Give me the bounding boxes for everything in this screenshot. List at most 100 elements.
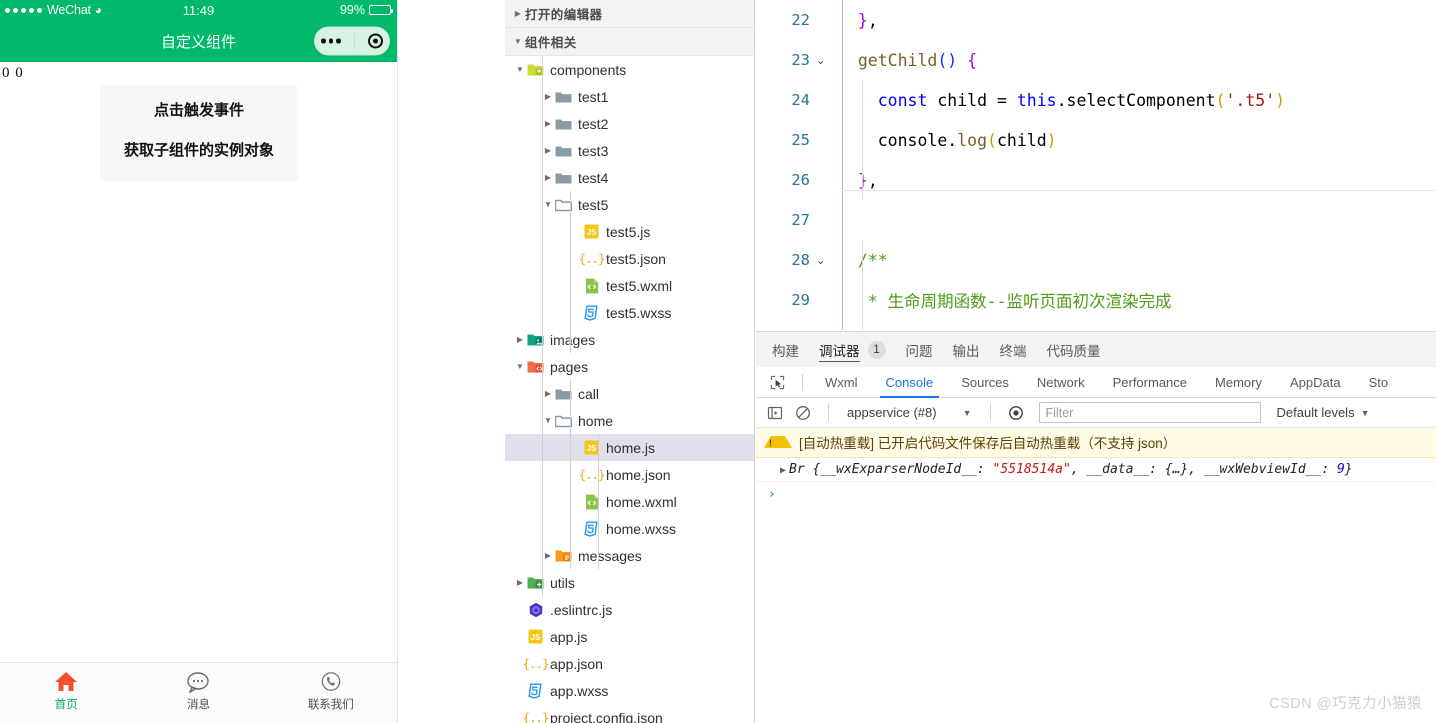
get-child-instance-button[interactable]: 获取子组件的实例对象 [100, 135, 298, 167]
file-tree-row[interactable]: {..}app.json [505, 650, 754, 677]
chevron-down-icon[interactable]: ▼ [513, 66, 527, 74]
tab-item-messages[interactable]: 消息 [132, 670, 264, 712]
code-line[interactable]: 29 * 生命周期函数--监听页面初次渲染完成 [756, 280, 1436, 320]
devtools-panel-tab-label: 问题 [906, 340, 933, 360]
code-line[interactable]: 27 [756, 200, 1436, 240]
devtools-panel-tab[interactable]: 问题 [906, 332, 933, 367]
code-line[interactable]: 30 */ [756, 320, 1436, 330]
console-filter-input[interactable]: Filter [1039, 402, 1261, 423]
phone-icon [319, 670, 343, 694]
line-number: 25 [756, 131, 818, 149]
file-tree-row-label: messages [578, 548, 642, 564]
devtools-panel-tab[interactable]: 代码质量 [1047, 332, 1101, 367]
devtools-sub-tab[interactable]: Memory [1201, 367, 1276, 398]
folder-plain-icon [555, 142, 572, 159]
line-number: 28 [756, 251, 818, 269]
console-prompt[interactable]: › [756, 482, 1436, 507]
tab-label-home: 首页 [55, 698, 78, 712]
explorer-section-open-editors[interactable]: ▶ 打开的编辑器 [505, 0, 754, 28]
devtools-sub-tab[interactable]: Performance [1099, 367, 1201, 398]
file-tree-row[interactable]: JSapp.js [505, 623, 754, 650]
tab-item-home[interactable]: 首页 [0, 670, 132, 712]
json-icon: {..} [583, 250, 600, 267]
file-tree-row[interactable]: app.wxss [505, 677, 754, 704]
devtools-sub-tab[interactable]: Sources [947, 367, 1023, 398]
chevron-right-icon[interactable]: ▶ [541, 552, 555, 560]
devtools-panel-tab[interactable]: 输出 [953, 332, 980, 367]
devtools-sub-tab[interactable]: Console [872, 367, 948, 398]
code-line[interactable]: 25 console.log(child) [756, 120, 1436, 160]
chevron-down-icon[interactable]: ▼ [541, 417, 555, 425]
chevron-right-icon[interactable]: ▶ [513, 579, 527, 587]
object-key-3: __wxWebviewId__ [1204, 462, 1321, 477]
section-label-open-editors: 打开的编辑器 [525, 4, 602, 23]
devtools-panel-tab[interactable]: 终端 [1000, 332, 1027, 367]
wechat-simulator: WeChat ◕ 11:49 99% 自定义组件 0 0 点击触发事件 获取子组… [0, 0, 398, 723]
code-line[interactable]: 23⌄ getChild() { [756, 40, 1436, 80]
inspect-element-icon[interactable] [764, 371, 790, 393]
status-bar-time: 11:49 [0, 3, 397, 18]
code-line[interactable]: 24 const child = this.selectComponent('.… [756, 80, 1436, 120]
counter-display: 0 0 [0, 62, 397, 82]
file-tree-row[interactable]: {..}project.config.json [505, 704, 754, 723]
devtools-sub-tab[interactable]: Sto [1355, 367, 1403, 398]
fold-chevron-icon[interactable]: ⌄ [816, 254, 825, 267]
file-tree-row-label: test5.wxss [606, 305, 671, 321]
code-token [957, 51, 967, 70]
devtools-sub-tab[interactable]: Wxml [811, 367, 872, 398]
console-context-selector[interactable]: appservice (#8) ▼ [843, 405, 976, 420]
object-constructor-label: Br [789, 462, 805, 477]
devtools-sub-tab[interactable]: Network [1023, 367, 1099, 398]
trigger-event-button[interactable]: 点击触发事件 [100, 95, 298, 127]
chevron-right-icon[interactable]: ▶ [541, 93, 555, 101]
code-token: getChild [858, 51, 937, 70]
chevron-down-icon: ▼ [1361, 408, 1370, 418]
code-line[interactable]: 22 }, [756, 0, 1436, 40]
clear-console-icon[interactable] [792, 402, 814, 424]
file-tree-row[interactable]: .eslintrc.js [505, 596, 754, 623]
code-editor[interactable]: 22 },23⌄ getChild() {24 const child = th… [756, 0, 1436, 330]
fold-chevron-icon[interactable]: ⌄ [816, 54, 825, 67]
home-icon [54, 670, 78, 694]
devtools-sub-tab-label: Network [1037, 375, 1085, 390]
chevron-down-icon[interactable]: ▼ [541, 201, 555, 209]
execute-context-icon[interactable] [764, 402, 786, 424]
file-tree-row-label: components [550, 62, 626, 78]
console-warning-row[interactable]: [自动热重载] 已开启代码文件保存后自动热重载（不支持 json） [756, 428, 1436, 458]
devtools-panel-tab[interactable]: 调试器 [819, 332, 860, 367]
levels-label: Default levels [1277, 405, 1355, 420]
chevron-down-icon[interactable]: ▼ [513, 363, 527, 371]
chevron-right-icon[interactable]: ▶ [541, 147, 555, 155]
chevron-right-icon[interactable]: ▶ [541, 174, 555, 182]
live-expression-icon[interactable] [1005, 402, 1027, 424]
code-line[interactable]: 26 }, [756, 160, 1436, 200]
code-token: * 生命周期函数--监听页面初次渲染完成 [838, 292, 1172, 311]
code-text: /** [818, 251, 888, 270]
chevron-right-icon[interactable]: ▶ [541, 120, 555, 128]
chevron-down-icon: ▼ [511, 38, 525, 46]
more-dots-icon[interactable] [321, 39, 341, 44]
devtools-sub-tab-label: Sto [1369, 375, 1389, 390]
code-line[interactable]: 28⌄ /** [756, 240, 1436, 280]
chevron-right-icon[interactable]: ▶ [541, 390, 555, 398]
devtools-panel-tab[interactable]: 构建 [772, 332, 799, 367]
file-tree-row-label: home.wxml [606, 494, 677, 510]
console-toolbar: appservice (#8) ▼ Filter Default levels … [756, 398, 1436, 428]
tab-item-contact[interactable]: 联系我们 [265, 670, 397, 712]
editor-indent-guide [862, 80, 863, 200]
mini-program-tab-bar: 首页 消息 联系我们 [0, 662, 397, 723]
filter-placeholder: Filter [1046, 406, 1074, 420]
console-levels-selector[interactable]: Default levels ▼ [1277, 405, 1370, 420]
file-tree-row-label: test1 [578, 89, 608, 105]
devtools-sub-tab[interactable]: AppData [1276, 367, 1355, 398]
code-text: }, [818, 171, 878, 190]
section-label-project: 组件相关 [525, 32, 577, 51]
chevron-right-icon[interactable]: ▶ [513, 336, 527, 344]
console-object-row[interactable]: ▶Br {__wxExparserNodeId__: "5518514a", _… [756, 458, 1436, 482]
console-warning-text: [自动热重载] 已开启代码文件保存后自动热重载（不支持 json） [799, 432, 1176, 452]
explorer-section-project[interactable]: ▼ 组件相关 [505, 28, 754, 56]
capsule-button[interactable] [314, 27, 390, 56]
target-circle-icon[interactable] [368, 34, 383, 49]
expand-triangle-icon[interactable]: ▶ [780, 465, 786, 476]
wxml-icon [583, 277, 600, 294]
